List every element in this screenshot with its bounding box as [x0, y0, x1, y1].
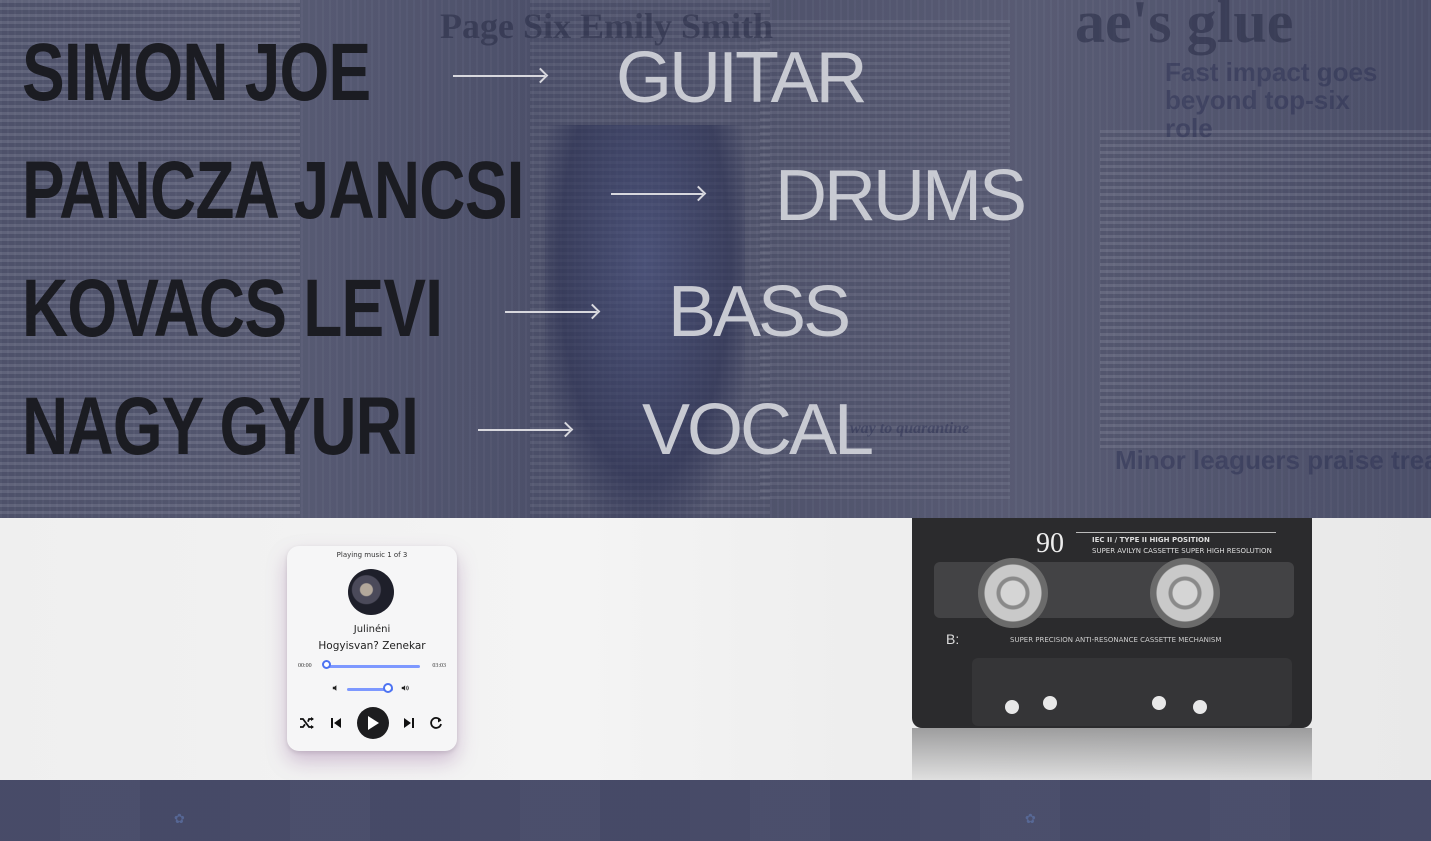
arrow-right-icon: [505, 311, 597, 313]
album-cover: [348, 569, 394, 615]
member-instrument: VOCAL: [642, 390, 874, 470]
cassette-mechanism-text: SUPER PRECISION ANTI-RESONANCE CASSETTE …: [1010, 636, 1222, 644]
cassette-label: 90 IEC II / TYPE II HIGH POSITION SUPER …: [926, 520, 1298, 559]
cassette-hole: [1193, 700, 1207, 714]
newspaper-subhead: Fast impact goes beyond top-six role: [1165, 57, 1378, 143]
arrow-right-icon: [478, 429, 570, 431]
music-player-card: Playing music 1 of 3 Julinéni Hogyisvan?…: [287, 546, 457, 751]
seek-bar[interactable]: [325, 665, 420, 668]
previous-button[interactable]: [329, 715, 343, 731]
playing-status: Playing music 1 of 3: [336, 551, 408, 559]
cassette-number: 90: [1036, 528, 1064, 559]
member-name: SIMON JOE: [22, 27, 371, 118]
repeat-icon: [430, 717, 442, 729]
member-instrument: GUITAR: [616, 38, 868, 118]
music-player-section: 90 IEC II / TYPE II HIGH POSITION SUPER …: [0, 518, 1431, 780]
cassette-reel: [1150, 558, 1220, 628]
arrow-right-icon: [453, 75, 545, 77]
cassette-reel: [978, 558, 1048, 628]
shuffle-button[interactable]: [298, 715, 316, 731]
cassette-image: 90 IEC II / TYPE II HIGH POSITION SUPER …: [912, 518, 1312, 728]
footer-band: ✿ ✿: [0, 780, 1431, 841]
skip-next-icon: [404, 718, 414, 728]
seek-handle[interactable]: [321, 660, 331, 669]
cassette-label-text: SUPER AVILYN CASSETTE SUPER HIGH RESOLUT…: [1092, 547, 1272, 555]
newspaper-headline: ae's glue: [1075, 0, 1294, 55]
member-name: PANCZA JANCSI: [22, 145, 524, 236]
total-time: 03:03: [432, 663, 446, 669]
divider: [1076, 532, 1276, 533]
volume-low-icon: [332, 684, 340, 694]
star-icon: ✿: [1025, 812, 1036, 827]
member-row: KOVACS LEVI: [22, 254, 561, 364]
volume-handle[interactable]: [383, 683, 394, 693]
current-time: 00:00: [298, 663, 312, 669]
play-button[interactable]: [357, 707, 389, 739]
member-name: NAGY GYURI: [22, 381, 419, 472]
play-icon: [368, 716, 379, 730]
star-icon: ✿: [174, 812, 185, 827]
cassette-reflection: [912, 728, 1312, 780]
skip-previous-icon: [331, 718, 341, 728]
repeat-button[interactable]: [428, 715, 444, 731]
track-title: Hogyisvan? Zenekar: [318, 640, 426, 652]
track-artist: Julinéni: [353, 624, 391, 635]
next-button[interactable]: [402, 715, 416, 731]
cassette-hole: [1005, 700, 1019, 714]
newspaper-texture: [1100, 130, 1431, 450]
member-row: NAGY GYURI: [22, 372, 530, 482]
shuffle-icon: [300, 717, 314, 729]
member-row: PANCZA JANCSI: [22, 136, 665, 246]
newspaper-headline: Minor leaguers praise treatment: [1115, 445, 1431, 475]
cassette-hole: [1152, 696, 1166, 710]
cassette-side: B:: [946, 631, 960, 647]
cassette-hole: [1043, 696, 1057, 710]
volume-high-icon: [401, 684, 410, 694]
member-name: KOVACS LEVI: [22, 263, 443, 354]
member-instrument: BASS: [668, 272, 851, 352]
cassette-label-text: IEC II / TYPE II HIGH POSITION: [1092, 536, 1210, 544]
member-row: SIMON JOE: [22, 18, 469, 128]
member-instrument: DRUMS: [775, 156, 1027, 236]
arrow-right-icon: [611, 193, 703, 195]
band-lineup-section: Page Six Emily Smith ae's glue Fast impa…: [0, 0, 1431, 518]
cassette-bottom: [972, 658, 1292, 726]
